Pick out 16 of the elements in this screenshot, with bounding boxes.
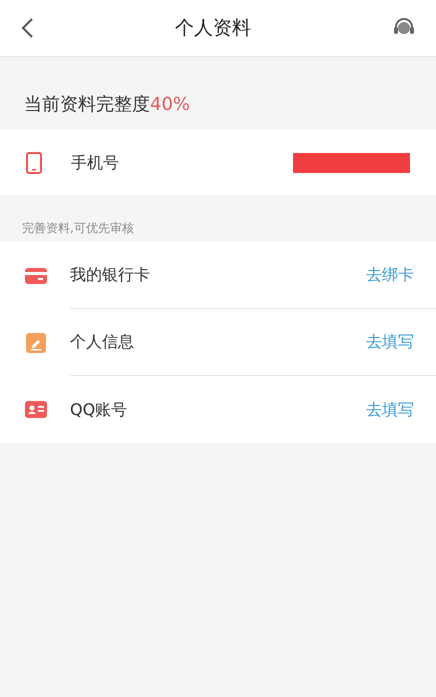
card-icon	[25, 268, 47, 284]
item-label: QQ账号	[70, 398, 128, 420]
page-title: 个人资料	[175, 16, 251, 41]
action-link[interactable]: 去绑卡	[366, 263, 414, 287]
pencil-icon	[26, 332, 46, 352]
completeness-value: 40%	[150, 93, 190, 117]
action-link[interactable]: 去填写	[366, 330, 414, 354]
phone-label: 手机号	[71, 152, 119, 174]
action-link[interactable]: 去填写	[366, 398, 414, 422]
phone-icon	[26, 152, 42, 174]
back-icon[interactable]	[20, 17, 34, 39]
item-label: 我的银行卡	[70, 264, 150, 286]
hint-text: 完善资料,可优先审核	[22, 220, 134, 237]
item-label: 个人信息	[70, 331, 134, 353]
completeness-label: 当前资料完整度	[24, 93, 150, 117]
id-card-icon	[25, 401, 47, 418]
